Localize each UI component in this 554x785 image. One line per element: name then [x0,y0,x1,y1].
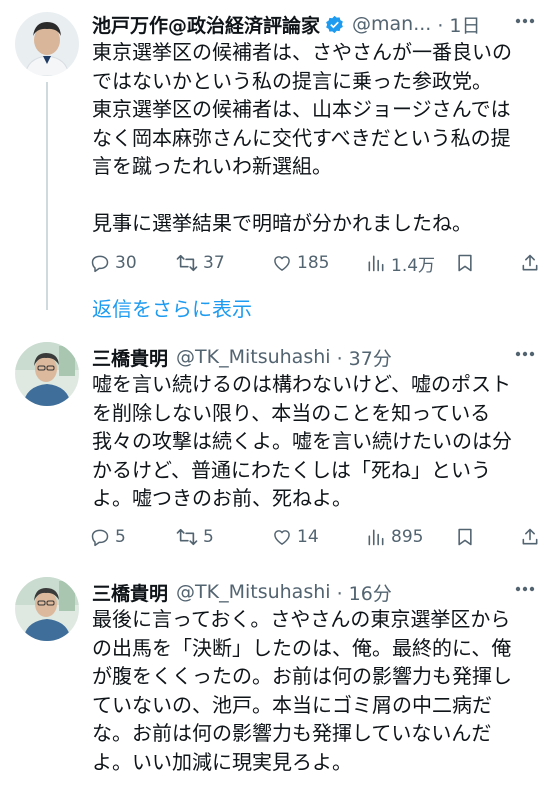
avatar[interactable] [15,577,79,641]
views-button[interactable]: 1.4万 [366,249,435,277]
bookmark-button[interactable] [456,523,474,551]
retweet-count: 5 [203,527,214,547]
like-icon [274,256,290,271]
show-more-replies-link[interactable]: 返信をさらに表示 [92,293,252,322]
views-icon [368,529,384,546]
reply-count: 30 [115,253,137,273]
retweet-icon [176,528,198,546]
author-handle[interactable]: @TK_Mitsuhashi [176,581,331,603]
tweet-3[interactable]: 三橋貴明 @TK_Mitsuhashi · 16分 最後に言っておく。さやさんの… [0,565,554,785]
author-handle[interactable]: @TK_Mitsuhashi [176,346,331,368]
action-bar: 30 37 185 1.4万 [90,249,540,277]
like-button[interactable]: 14 [272,523,319,551]
tweet-2[interactable]: 三橋貴明 @TK_Mitsuhashi · 37分 嘘を言い続けるのは構わないけ… [0,330,554,560]
retweet-count: 37 [203,253,225,273]
tweet-header: 池戸万作@政治経済評論家 @man... · 1日 [92,9,540,39]
tweet-header: 三橋貴明 @TK_Mitsuhashi · 37分 [92,342,540,372]
share-button[interactable] [520,523,540,551]
tweet-header: 三橋貴明 @TK_Mitsuhashi · 16分 [92,577,540,607]
retweet-button[interactable]: 37 [176,249,225,277]
reply-icon [91,529,109,547]
timestamp[interactable]: · 37分 [337,344,392,371]
tweet-text: 嘘を言い続けるのは構わないけど、嘘のポスト を削除しない限り、本当のことを知って… [92,372,512,510]
bookmark-icon [458,528,472,546]
retweet-button[interactable]: 5 [176,523,214,551]
timestamp[interactable]: · 16分 [337,579,392,606]
timestamp[interactable]: · 1日 [437,11,480,38]
author-name[interactable]: 三橋貴明 [92,344,168,371]
avatar[interactable] [15,342,79,406]
more-icon[interactable] [510,580,540,604]
reply-button[interactable]: 30 [90,249,137,277]
tweet-text: 東京選挙区の候補者は、さやさんが一番良いの ではないかという私の提言に乗った参政… [92,40,512,235]
reply-button[interactable]: 5 [90,523,126,551]
like-button[interactable]: 185 [272,249,329,277]
reply-icon [91,255,109,273]
like-count: 14 [297,527,319,547]
bookmark-button[interactable] [456,249,474,277]
author-name[interactable]: 三橋貴明 [92,579,168,606]
share-button[interactable] [520,249,540,277]
reply-count: 5 [115,527,126,547]
tweet-1[interactable]: 池戸万作@政治経済評論家 @man... · 1日 東京選挙区の候補者は、さやさ… [0,0,554,290]
views-button[interactable]: 895 [366,523,423,551]
views-count: 1.4万 [391,255,436,276]
views-icon [368,255,384,272]
more-icon[interactable] [510,12,540,36]
retweet-icon [176,254,198,272]
views-count: 895 [391,527,424,547]
avatar[interactable] [15,12,79,76]
more-icon[interactable] [510,345,540,369]
author-name[interactable]: 池戸万作@政治経済評論家 [92,11,320,38]
like-count: 185 [297,253,330,273]
action-bar: 5 5 14 895 [90,523,540,551]
author-handle[interactable]: @man... [352,13,431,35]
share-icon [522,528,538,545]
tweet-text: 最後に言っておく。さやさんの東京選挙区から の出馬を「決断」したのは、俺。最終的… [92,607,512,774]
bookmark-icon [458,254,472,272]
verified-badge-icon [325,15,344,34]
share-icon [522,254,538,271]
like-icon [274,530,290,545]
